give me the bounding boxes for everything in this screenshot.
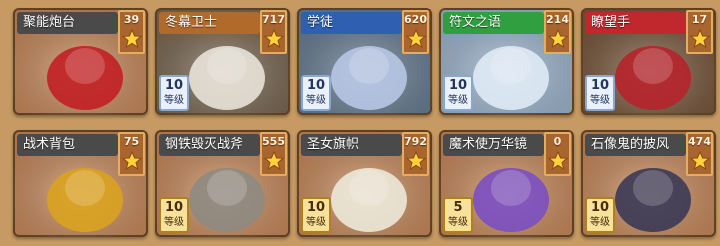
collection-card[interactable]: 战术背包 75 [13,130,148,237]
count-badge: 17 [686,10,713,54]
level-label: 等级 [448,95,468,106]
card-title: 石像鬼的披风 [585,134,686,156]
card-count: 17 [691,13,708,26]
level-badge: 10 等级 [159,197,189,233]
count-badge: 214 [544,10,571,54]
star-icon [548,151,568,171]
level-value: 10 [448,78,468,93]
star-icon [264,151,284,171]
star-icon [122,151,142,171]
level-badge: 10 等级 [585,197,615,233]
level-value: 10 [306,200,326,215]
card-title: 魔术使万华镜 [443,134,544,156]
count-badge: 0 [544,132,571,176]
collection-card[interactable]: 瞭望手 17 10 等级 [581,8,716,115]
level-value: 5 [453,200,463,215]
star-icon [690,29,710,49]
collection-card[interactable]: 符文之语 214 10 等级 [439,8,574,115]
star-icon [548,29,568,49]
card-count: 39 [123,13,140,26]
level-label: 等级 [590,95,610,106]
level-label: 等级 [306,95,326,106]
count-badge: 555 [260,132,287,176]
count-badge: 75 [118,132,145,176]
card-title: 符文之语 [443,12,544,34]
level-value: 10 [164,200,184,215]
count-badge: 39 [118,10,145,54]
card-count: 792 [404,135,427,148]
level-label: 等级 [164,217,184,228]
level-value: 10 [590,78,610,93]
card-title: 学徒 [301,12,402,34]
star-icon [406,29,426,49]
card-count: 0 [553,135,562,148]
card-count: 75 [123,135,140,148]
card-title: 瞭望手 [585,12,686,34]
card-count: 717 [262,13,285,26]
level-badge: 10 等级 [301,75,331,111]
level-label: 等级 [448,217,468,228]
collection-card[interactable]: 学徒 620 10 等级 [297,8,432,115]
card-count: 620 [404,13,427,26]
level-badge: 10 等级 [585,75,615,111]
count-badge: 717 [260,10,287,54]
collection-grid: 聚能炮台 39 冬幕卫士 717 10 等级 学徒 620 10 等级 符文之语 214 10 等级 瞭望手… [0,0,720,246]
star-icon [406,151,426,171]
level-badge: 10 等级 [301,197,331,233]
card-title: 冬幕卫士 [159,12,260,34]
count-badge: 620 [402,10,429,54]
card-title: 聚能炮台 [17,12,118,34]
collection-card[interactable]: 魔术使万华镜 0 5 等级 [439,130,574,237]
collection-card[interactable]: 聚能炮台 39 [13,8,148,115]
card-count: 555 [262,135,285,148]
level-badge: 5 等级 [443,197,473,233]
level-label: 等级 [590,217,610,228]
collection-card[interactable]: 钢铁毁灭战斧 555 10 等级 [155,130,290,237]
level-badge: 10 等级 [159,75,189,111]
card-count: 474 [688,135,711,148]
count-badge: 792 [402,132,429,176]
collection-card[interactable]: 圣女旗帜 792 10 等级 [297,130,432,237]
level-label: 等级 [306,217,326,228]
star-icon [690,151,710,171]
collection-card[interactable]: 石像鬼的披风 474 10 等级 [581,130,716,237]
count-badge: 474 [686,132,713,176]
card-title: 圣女旗帜 [301,134,402,156]
level-value: 10 [590,200,610,215]
collection-card[interactable]: 冬幕卫士 717 10 等级 [155,8,290,115]
level-label: 等级 [164,95,184,106]
card-count: 214 [546,13,569,26]
star-icon [264,29,284,49]
star-icon [122,29,142,49]
card-title: 战术背包 [17,134,118,156]
level-value: 10 [306,78,326,93]
level-badge: 10 等级 [443,75,473,111]
card-title: 钢铁毁灭战斧 [159,134,260,156]
level-value: 10 [164,78,184,93]
